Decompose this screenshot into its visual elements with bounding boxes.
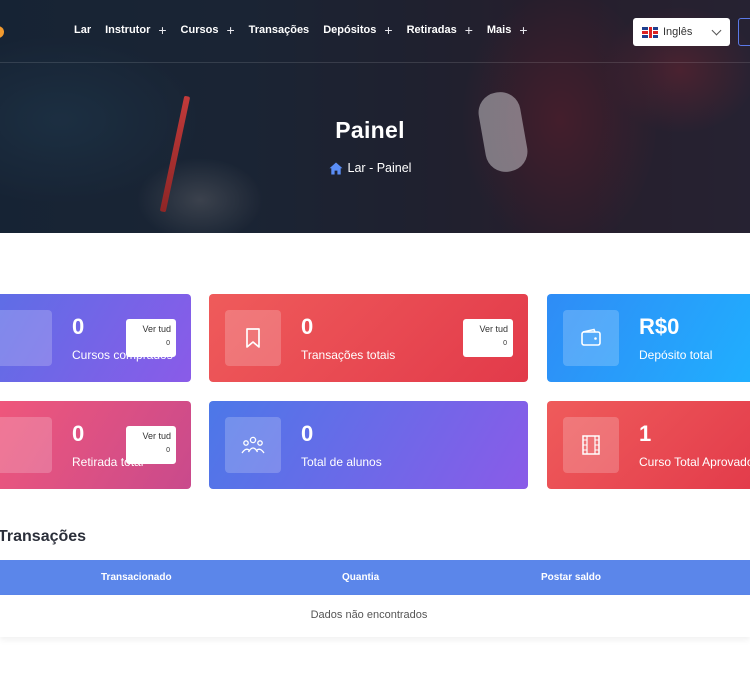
transactions-title: Transações (0, 528, 87, 545)
column-header: Transacionado (101, 572, 172, 583)
nav-item-lar[interactable]: Lar (74, 24, 91, 36)
bookmark-icon (225, 310, 281, 366)
stat-value: 0 (72, 421, 85, 446)
students-icon (225, 417, 281, 473)
stat-label: Transações totais (301, 348, 396, 362)
stat-card-purchased-courses: 0 Cursos comprados Ver tud 0 (0, 294, 191, 382)
plus-icon[interactable]: + (465, 23, 473, 37)
view-all-label: Ver tud (142, 324, 171, 334)
breadcrumb: Lar - Painel (0, 161, 740, 175)
home-icon (329, 162, 343, 174)
stat-card-total-deposit: R$0 Depósito total (547, 294, 750, 382)
hero-pencil (159, 95, 191, 213)
film-icon (563, 417, 619, 473)
empty-message: Dados não encontrados (310, 609, 428, 621)
plus-icon[interactable]: + (519, 23, 527, 37)
courses-icon (0, 310, 52, 366)
chevron-down-icon (711, 25, 722, 36)
hero-banner: Lar Instrutor + Cursos + Transações Depósi… (0, 0, 750, 233)
nav-item-retiradas[interactable]: Retiradas + (407, 23, 473, 37)
view-all-button[interactable]: Ver tud 0 (463, 319, 513, 357)
withdraw-icon (0, 417, 52, 473)
stat-card-total-students: 0 Total de alunos (209, 401, 528, 489)
nav-item-mais[interactable]: Mais + (487, 23, 528, 37)
view-all-label: Ver tud (142, 431, 171, 441)
view-all-count: 0 (503, 340, 507, 347)
nav-item-depositos[interactable]: Depósitos + (323, 23, 392, 37)
stat-value: 0 (301, 314, 314, 339)
stat-label: Depósito total (639, 348, 713, 362)
language-label: Inglês (663, 26, 693, 38)
wallet-icon (563, 310, 619, 366)
view-all-count: 0 (166, 447, 170, 454)
top-navigation: Lar Instrutor + Cursos + Transações Depósi… (0, 0, 750, 63)
stat-value: 0 (301, 421, 314, 446)
language-select[interactable]: Inglês (633, 18, 730, 46)
plus-icon[interactable]: + (226, 23, 234, 37)
stat-card-total-withdraw: 0 Retirada total Ver tud 0 (0, 401, 191, 489)
header-action-button[interactable] (738, 18, 750, 46)
nav-item-cursos[interactable]: Cursos + (181, 23, 235, 37)
stat-label: Curso Total Aprovado (639, 455, 750, 469)
stat-value: 0 (72, 314, 85, 339)
plus-icon[interactable]: + (158, 23, 166, 37)
stat-card-approved-courses: 1 Curso Total Aprovado (547, 401, 750, 489)
view-all-button[interactable]: Ver tud 0 (126, 426, 176, 464)
breadcrumb-text[interactable]: Lar - Painel (348, 161, 412, 175)
stat-value: 1 (639, 421, 652, 446)
transactions-table-body: Dados não encontrados (0, 595, 750, 637)
view-all-count: 0 (166, 340, 170, 347)
logo[interactable] (0, 26, 4, 38)
column-header: Postar saldo (541, 572, 602, 583)
nav-item-transacoes[interactable]: Transações (249, 24, 310, 36)
page-title: Painel (335, 117, 405, 143)
view-all-button[interactable]: Ver tud 0 (126, 319, 176, 357)
plus-icon[interactable]: + (384, 23, 392, 37)
nav-item-instrutor[interactable]: Instrutor + (105, 23, 166, 37)
uk-flag-icon (642, 26, 658, 38)
view-all-label: Ver tud (479, 324, 508, 334)
column-header: Quantia (342, 572, 380, 583)
stat-value: R$0 (639, 314, 680, 339)
main-nav: Lar Instrutor + Cursos + Transações Depósi… (74, 23, 542, 37)
transactions-table-header: Transacionado Quantia Postar saldo (0, 560, 750, 595)
stat-label: Total de alunos (301, 455, 382, 469)
stat-card-total-transactions: 0 Transações totais Ver tud 0 (209, 294, 528, 382)
